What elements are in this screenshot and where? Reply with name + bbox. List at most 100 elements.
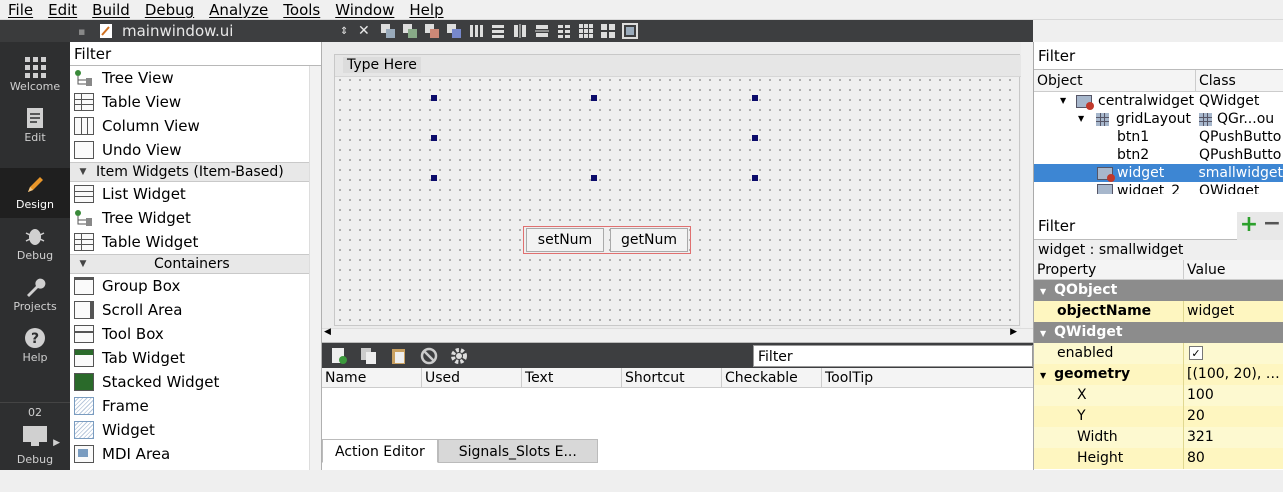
widget-tree-view[interactable]: Tree View	[70, 66, 321, 90]
property-row[interactable]: Height 80	[1034, 448, 1283, 469]
column-header[interactable]: Object	[1034, 70, 1196, 91]
tab-action-editor[interactable]: Action Editor	[322, 439, 438, 463]
widget-table-view[interactable]: Table View	[70, 90, 321, 114]
selection-handle[interactable]	[591, 95, 597, 101]
form-horizontal-scrollbar[interactable]: ◀ ▶	[322, 327, 1033, 342]
file-switch-icon[interactable]: ⇕	[340, 26, 358, 37]
property-group-qobject[interactable]: ▼ QObject	[1034, 280, 1283, 301]
action-filter-input[interactable]: Filter	[753, 345, 1033, 367]
layout-grid-icon[interactable]	[578, 23, 594, 39]
property-value[interactable]: 20	[1184, 406, 1283, 427]
adjust-size-icon[interactable]	[622, 23, 638, 39]
column-header[interactable]: Name	[322, 368, 422, 387]
widget-tool-box[interactable]: Tool Box	[70, 322, 321, 346]
widget-mdi-area[interactable]: MDI Area	[70, 442, 321, 466]
widget-scroll-area[interactable]: Scroll Area	[70, 298, 321, 322]
object-row[interactable]: widget_2 QWidget	[1034, 182, 1283, 194]
mode-debug[interactable]: Debug	[0, 219, 70, 269]
file-name[interactable]: mainwindow.ui	[122, 22, 340, 40]
menu-window[interactable]: Window	[327, 1, 401, 19]
object-row[interactable]: ▼ gridLayout QGr...ou	[1034, 110, 1283, 128]
selection-handle[interactable]	[752, 95, 758, 101]
widget-frame[interactable]: Frame	[70, 394, 321, 418]
property-row[interactable]: Y 20	[1034, 406, 1283, 427]
selection-handle[interactable]	[591, 175, 597, 181]
enabled-checkbox[interactable]: ✓	[1189, 346, 1203, 360]
menu-file[interactable]: File	[0, 1, 40, 19]
selection-handle[interactable]	[752, 135, 758, 141]
add-property-icon[interactable]: +	[1237, 211, 1261, 240]
form-vertical-scrollbar[interactable]	[1021, 42, 1033, 328]
edit-widgets-icon[interactable]	[380, 23, 396, 39]
layout-form-icon[interactable]	[556, 23, 572, 39]
widget-group-box[interactable]: Group Box	[70, 274, 321, 298]
paste-icon[interactable]	[390, 347, 408, 365]
tab-signals-slots-editor[interactable]: Signals_Slots E...	[437, 439, 598, 463]
mode-welcome[interactable]: Welcome	[0, 50, 70, 100]
mode-edit[interactable]: Edit	[0, 101, 70, 151]
property-value[interactable]: 321	[1184, 427, 1283, 448]
widget-stacked-widget[interactable]: Stacked Widget	[70, 370, 321, 394]
layout-splitter-v-icon[interactable]	[534, 23, 550, 39]
menu-build[interactable]: Build	[84, 1, 137, 19]
menu-bar-placeholder[interactable]: Type Here	[335, 55, 1021, 77]
property-row[interactable]: Width 321	[1034, 427, 1283, 448]
delete-icon[interactable]	[420, 347, 438, 365]
selection-handle[interactable]	[431, 95, 437, 101]
new-action-icon[interactable]	[330, 347, 348, 365]
remove-property-icon[interactable]: −	[1261, 211, 1283, 240]
widgetbox-filter[interactable]: Filter	[70, 42, 321, 66]
gear-icon[interactable]	[450, 347, 468, 365]
expand-arrow-icon[interactable]: ▼	[1060, 92, 1076, 110]
column-header[interactable]: ToolTip	[822, 368, 922, 387]
property-group-qwidget[interactable]: ▼ QWidget	[1034, 322, 1283, 343]
object-filter-input[interactable]: Filter	[1034, 42, 1283, 70]
menu-help[interactable]: Help	[401, 1, 450, 19]
mode-projects[interactable]: Projects	[0, 270, 70, 320]
widget-undo-view[interactable]: Undo View	[70, 138, 321, 162]
column-header[interactable]: Property	[1034, 260, 1184, 279]
kit-selector[interactable]: 02 ▶ Debug	[0, 402, 70, 492]
mode-design[interactable]: Design	[0, 168, 70, 218]
scroll-left-icon[interactable]: ◀	[324, 327, 331, 337]
collapse-arrow-icon[interactable]: ▼	[1040, 287, 1046, 296]
category-containers[interactable]: ▼ Containers	[70, 254, 321, 274]
widget-tab-widget[interactable]: Tab Widget	[70, 346, 321, 370]
edit-signals-icon[interactable]	[402, 23, 418, 39]
selection-handle[interactable]	[431, 175, 437, 181]
column-header[interactable]: Class	[1196, 70, 1236, 91]
scroll-right-icon[interactable]: ▶	[1010, 327, 1017, 337]
layout-horizontal-icon[interactable]	[468, 23, 484, 39]
edit-buddies-icon[interactable]	[424, 23, 440, 39]
property-row[interactable]: enabled ✓	[1034, 343, 1283, 364]
property-value[interactable]: 80	[1184, 448, 1283, 469]
property-row[interactable]: X 100	[1034, 385, 1283, 406]
property-row[interactable]: ▼ geometry [(100, 20), …	[1034, 364, 1283, 385]
menu-edit[interactable]: Edit	[40, 1, 84, 19]
property-value[interactable]: [(100, 20), …	[1184, 364, 1283, 385]
property-value[interactable]: widget	[1184, 301, 1283, 322]
type-here-label[interactable]: Type Here	[343, 57, 421, 73]
close-icon[interactable]: ✕	[358, 23, 376, 39]
property-value[interactable]: 100	[1184, 385, 1283, 406]
getnum-button[interactable]: getNum	[610, 228, 688, 252]
expand-arrow-icon[interactable]: ▼	[1078, 110, 1096, 128]
copy-icon[interactable]	[360, 347, 378, 365]
menu-analyze[interactable]: Analyze	[201, 1, 275, 19]
collapse-arrow-icon[interactable]: ▼	[1040, 371, 1046, 380]
setnum-button[interactable]: setNum	[526, 228, 604, 252]
collapse-arrow-icon[interactable]: ▼	[1040, 329, 1046, 338]
selection-handle[interactable]	[752, 175, 758, 181]
object-row-selected[interactable]: widget smallwidget	[1034, 164, 1283, 182]
column-header[interactable]: Text	[522, 368, 622, 387]
object-row[interactable]: btn1 QPushButto	[1034, 128, 1283, 146]
object-row[interactable]: ▼ centralwidget QWidget	[1034, 92, 1283, 110]
column-header[interactable]: Shortcut	[622, 368, 722, 387]
object-row[interactable]: btn2 QPushButto	[1034, 146, 1283, 164]
widget-widget[interactable]: Widget	[70, 418, 321, 442]
column-header[interactable]: Used	[422, 368, 522, 387]
widget-list-widget[interactable]: List Widget	[70, 182, 321, 206]
widget-column-view[interactable]: Column View	[70, 114, 321, 138]
widget-tree-widget[interactable]: Tree Widget	[70, 206, 321, 230]
main-window-form[interactable]: Type Here setNum getNum	[334, 54, 1021, 326]
